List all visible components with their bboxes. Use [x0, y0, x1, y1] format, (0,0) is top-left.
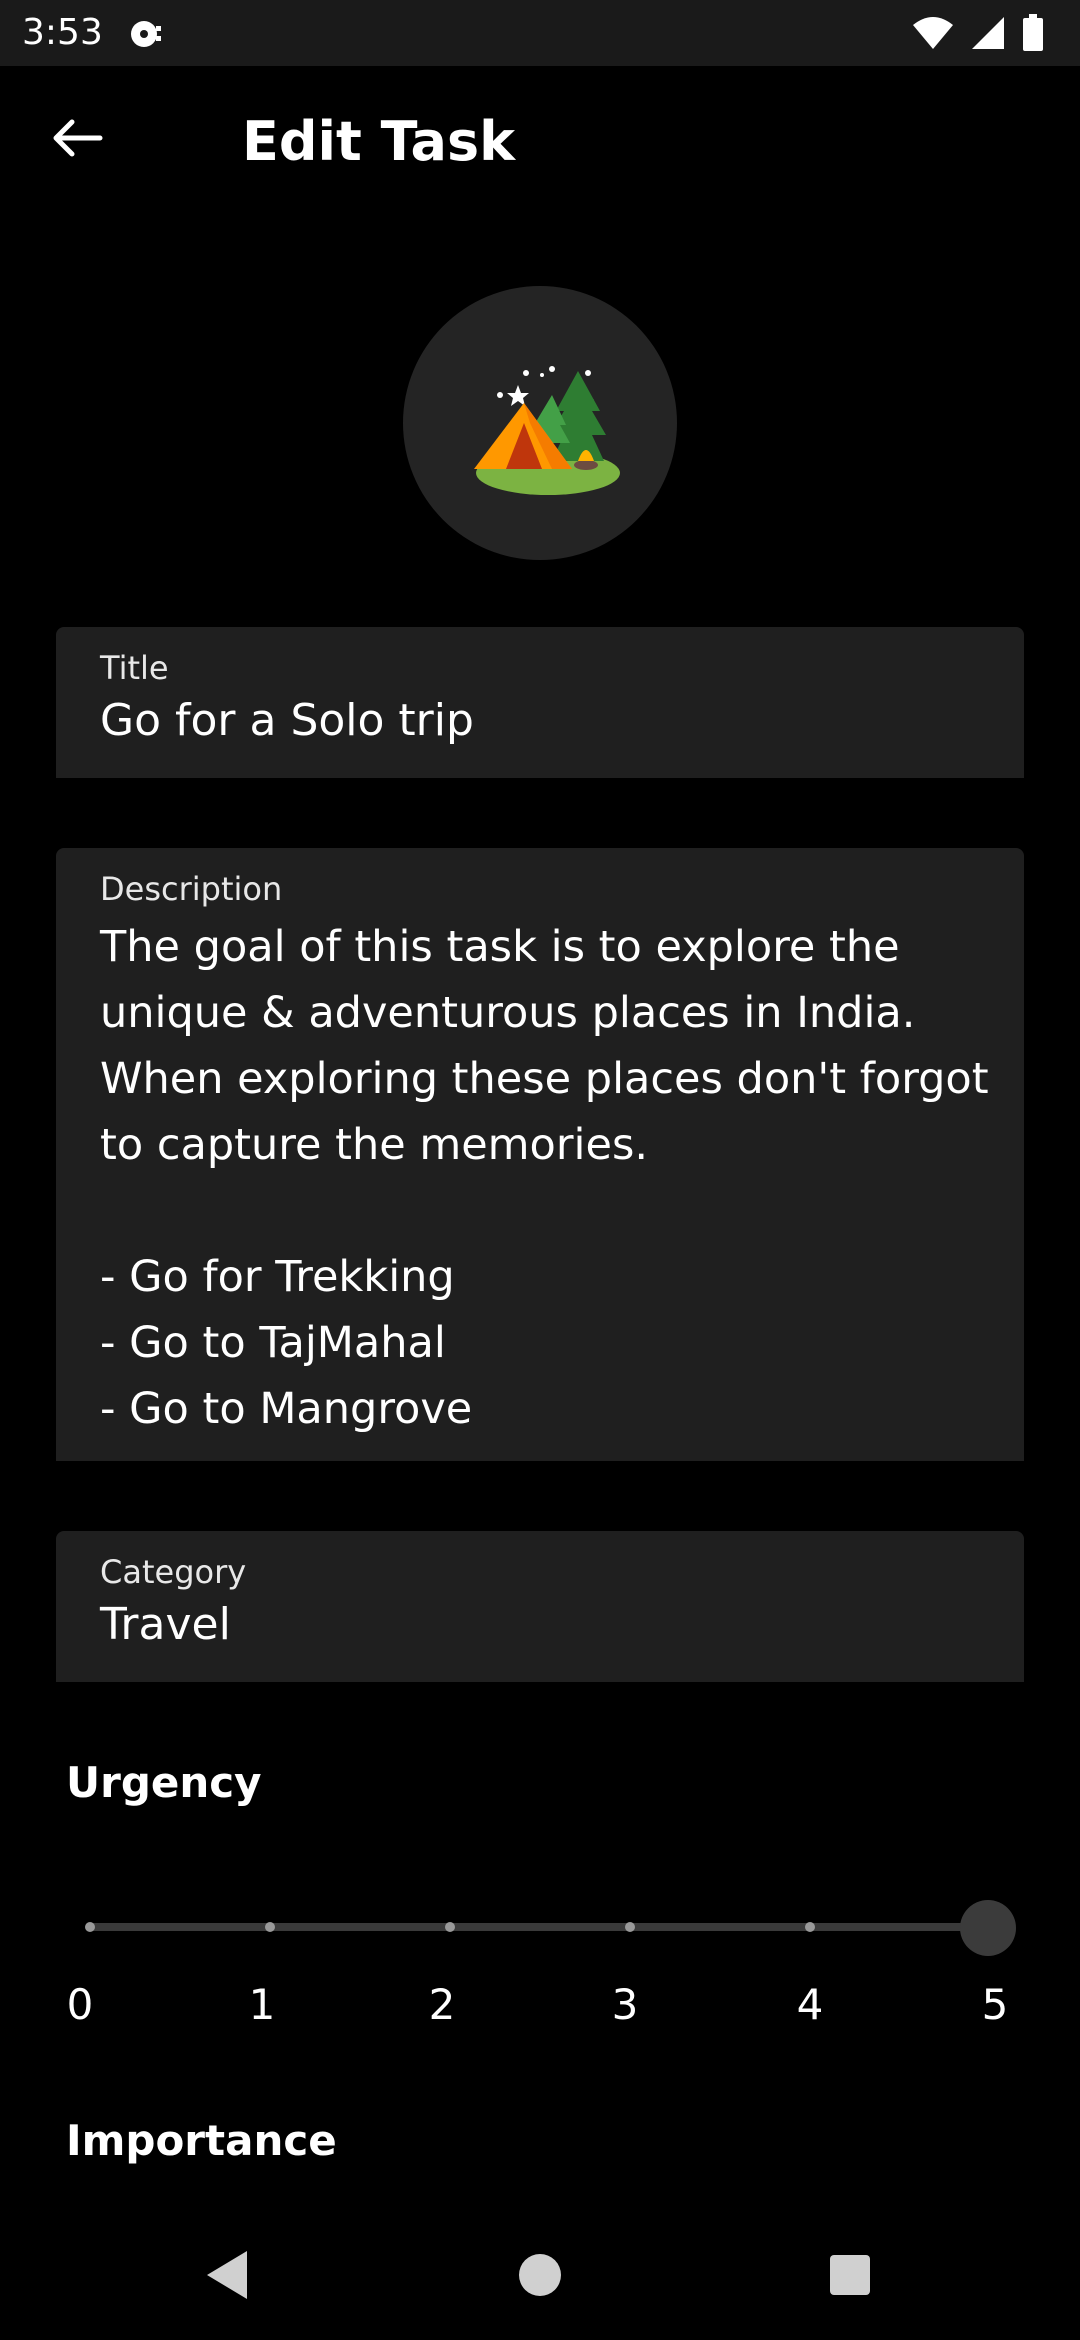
description-field-value: The goal of this task is to explore the … — [100, 922, 989, 1434]
urgency-slider-step-dot — [85, 1922, 95, 1932]
importance-heading: Importance — [66, 2116, 337, 2165]
arrow-left-icon — [53, 119, 103, 157]
system-recents-button[interactable] — [815, 2240, 885, 2310]
status-time: 3:53 — [22, 12, 103, 53]
urgency-slider-thumb[interactable] — [960, 1900, 1016, 1956]
status-icons — [912, 14, 1044, 52]
category-field-label: Category — [100, 1553, 247, 1591]
recents-square-icon — [830, 2255, 870, 2295]
urgency-slider-track — [90, 1923, 990, 1931]
home-circle-icon — [519, 2254, 561, 2296]
urgency-heading: Urgency — [66, 1758, 262, 1807]
system-back-button[interactable] — [192, 2240, 262, 2310]
urgency-slider-step-dot — [445, 1922, 455, 1932]
urgency-tick-labels: 0 1 2 3 4 5 — [0, 1980, 1080, 2040]
battery-icon — [1023, 14, 1043, 51]
category-field-value: Travel — [100, 1599, 231, 1650]
urgency-tick-label: 5 — [981, 1980, 1009, 2029]
back-triangle-icon — [207, 2251, 247, 2299]
urgency-tick-label: 0 — [66, 1980, 94, 2029]
urgency-tick-label: 3 — [611, 1980, 639, 2029]
title-field-value: Go for a Solo trip — [100, 695, 474, 746]
category-field[interactable]: Category Travel — [56, 1531, 1024, 1682]
urgency-slider-step-dot — [265, 1922, 275, 1932]
task-emoji-button[interactable] — [403, 286, 677, 560]
camping-icon — [474, 366, 620, 495]
urgency-slider[interactable] — [85, 1900, 1016, 1956]
urgency-tick-label: 4 — [796, 1980, 824, 2029]
title-field[interactable]: Title Go for a Solo trip — [56, 627, 1024, 778]
urgency-tick-label: 1 — [248, 1980, 276, 2029]
description-field[interactable]: Description The goal of this task is to … — [56, 848, 1024, 1461]
system-home-button[interactable] — [505, 2240, 575, 2310]
status-bar: 3:53 — [0, 0, 1080, 66]
system-nav-bar — [0, 2210, 1080, 2340]
wifi-icon — [913, 17, 953, 49]
urgency-tick-label: 2 — [428, 1980, 456, 2029]
page-title: Edit Task — [242, 110, 516, 173]
urgency-slider-step-dot — [805, 1922, 815, 1932]
title-field-label: Title — [100, 649, 169, 687]
description-field-label: Description — [100, 870, 283, 908]
app-bar: Edit Task — [0, 66, 1080, 222]
urgency-slider-step-dot — [625, 1922, 635, 1932]
back-button[interactable] — [36, 106, 116, 170]
media-icon — [131, 21, 161, 47]
signal-icon — [972, 17, 1004, 49]
